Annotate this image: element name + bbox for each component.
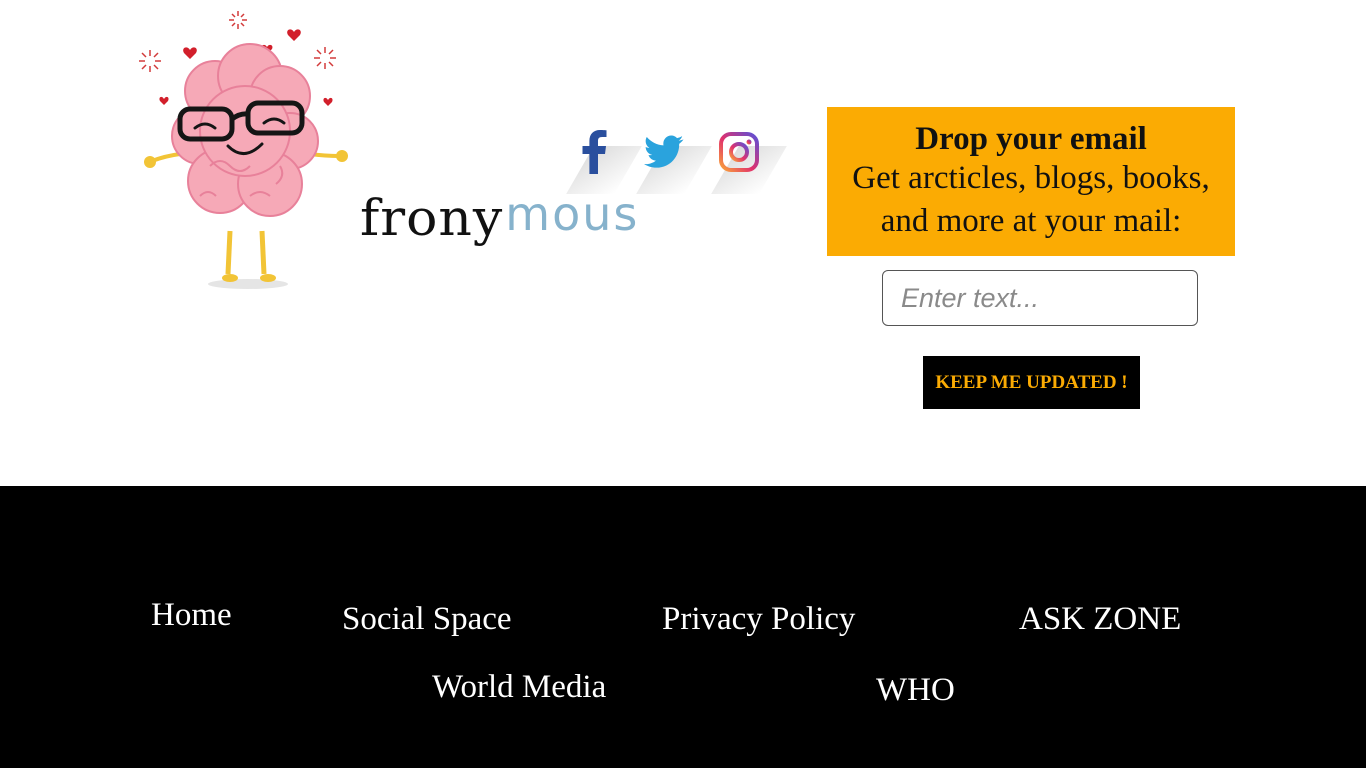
footer-link-home[interactable]: Home — [151, 599, 232, 632]
social-links — [566, 128, 787, 198]
footer-link-who[interactable]: WHO — [876, 674, 955, 707]
keep-me-updated-button[interactable]: KEEP ME UPDATED ! — [923, 356, 1140, 409]
facebook-link[interactable] — [566, 128, 642, 194]
newsletter-box: Drop your email Get arcticles, blogs, bo… — [827, 107, 1235, 256]
footer-link-privacy-policy[interactable]: Privacy Policy — [662, 603, 855, 636]
brain-mascot-image — [130, 6, 355, 291]
instagram-icon — [719, 132, 759, 172]
logo-text-primary: frony — [360, 190, 504, 248]
email-input[interactable] — [882, 270, 1198, 326]
newsletter-title: Drop your email — [915, 121, 1147, 157]
twitter-icon — [644, 135, 684, 168]
twitter-link[interactable] — [636, 128, 712, 194]
footer-link-world-media[interactable]: World Media — [432, 671, 606, 704]
facebook-icon — [582, 130, 607, 174]
newsletter-subtitle: Get arcticles, blogs, books, and more at… — [852, 160, 1210, 239]
footer-link-ask-zone[interactable]: ASK ZONE — [1019, 603, 1181, 636]
instagram-link[interactable] — [711, 128, 787, 194]
header-section: frony mous Drop your email Get arcticles… — [0, 0, 1366, 486]
footer-link-social-space[interactable]: Social Space — [342, 603, 512, 636]
footer: Home Social Space Privacy Policy ASK ZON… — [0, 486, 1366, 768]
